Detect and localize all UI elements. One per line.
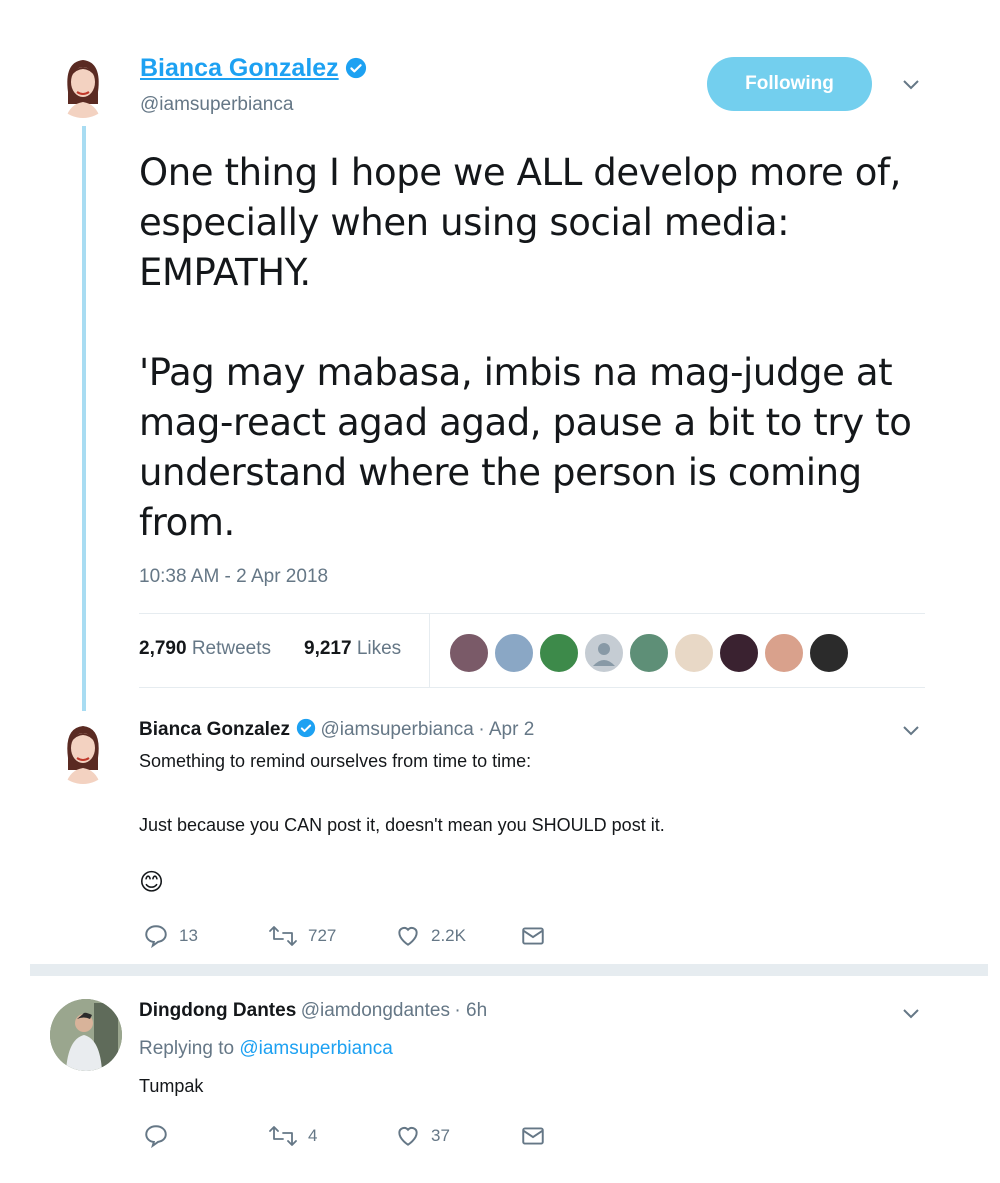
main-author-avatar[interactable] (52, 52, 114, 118)
chevron-down-icon[interactable] (902, 1008, 920, 1020)
thread-tweet-header: Bianca Gonzalez @iamsuperbianca · Apr 2 (139, 718, 534, 741)
liker-avatar[interactable] (628, 632, 670, 674)
like-action[interactable]: 2.2K (395, 923, 466, 949)
thread-tweet-date[interactable]: · Apr 2 (478, 719, 534, 740)
liker-avatar[interactable] (583, 632, 625, 674)
retweet-icon (269, 1126, 297, 1146)
retweets-label: Retweets (191, 638, 272, 659)
like-count: 2.2K (431, 926, 466, 945)
retweets-count: 2,790 (139, 638, 187, 659)
retweet-count: 727 (308, 926, 337, 945)
envelope-icon (522, 1127, 544, 1145)
like-action[interactable]: 37 (395, 1123, 450, 1149)
main-author-handle[interactable]: @iamsuperbianca (140, 94, 293, 116)
liker-avatar[interactable] (718, 632, 760, 674)
thread-author-name[interactable]: Bianca Gonzalez (139, 719, 290, 740)
like-count: 37 (431, 1126, 450, 1145)
heart-icon (398, 926, 418, 946)
liker-avatar[interactable] (538, 632, 580, 674)
reply-action[interactable]: 13 (143, 923, 198, 949)
reply-count: 13 (179, 926, 198, 945)
reply-icon (145, 1125, 167, 1149)
main-author-name[interactable]: Bianca Gonzalez (140, 54, 367, 83)
reply-author-handle[interactable]: @iamdongdantes (301, 1000, 450, 1021)
likes-count: 9,217 (304, 638, 352, 659)
dingdong-avatar[interactable] (50, 999, 122, 1071)
thread-tweet-line: Just because you CAN post it, doesn't me… (139, 815, 665, 835)
likes-label: Likes (356, 638, 402, 659)
divider (139, 613, 925, 614)
chevron-down-icon[interactable] (902, 79, 920, 91)
divider-vertical (429, 614, 430, 687)
retweet-action[interactable]: 727 (268, 923, 336, 949)
replying-to-line: Replying to @iamsuperbianca (139, 1038, 393, 1060)
author-name-text[interactable]: Bianca Gonzalez (140, 54, 339, 82)
tweet-timestamp[interactable]: 10:38 AM - 2 Apr 2018 (139, 566, 328, 588)
reply-author-name[interactable]: Dingdong Dantes (139, 1000, 296, 1021)
likes-stat[interactable]: 9,217 Likes (304, 638, 401, 660)
thread-line (82, 126, 86, 711)
retweet-icon (269, 926, 297, 946)
reply-action[interactable] (143, 1123, 179, 1149)
liker-avatar[interactable] (763, 632, 805, 674)
retweets-stat[interactable]: 2,790 Retweets (139, 638, 271, 660)
liker-avatar[interactable] (673, 632, 715, 674)
chevron-down-icon[interactable] (902, 725, 920, 737)
replying-to-link[interactable]: @iamsuperbianca (239, 1038, 392, 1059)
reply-header: Dingdong Dantes @iamdongdantes · 6h (139, 1000, 487, 1022)
liker-avatar[interactable] (493, 632, 535, 674)
retweet-count: 4 (308, 1126, 318, 1145)
verified-badge-icon (296, 718, 316, 738)
reply-icon (145, 925, 167, 949)
tweet-body: One thing I hope we ALL develop more of,… (139, 151, 912, 544)
reply-time[interactable]: · 6h (454, 1000, 487, 1021)
smiling-emoji: 😊 (139, 868, 165, 896)
following-button[interactable]: Following (707, 57, 872, 111)
replying-to-prefix: Replying to (139, 1038, 235, 1059)
dm-action[interactable] (520, 1123, 546, 1149)
envelope-icon (522, 927, 544, 945)
verified-badge-icon (345, 57, 366, 79)
section-separator (30, 964, 988, 976)
dm-action[interactable] (520, 923, 546, 949)
liker-avatar[interactable] (808, 632, 850, 674)
heart-icon (398, 1126, 418, 1146)
divider (139, 687, 925, 688)
thread-tweet-line: Something to remind ourselves from time … (139, 751, 532, 771)
retweet-action[interactable]: 4 (268, 1123, 317, 1149)
reply-author-avatar[interactable] (52, 718, 114, 784)
reply-text: Tumpak (139, 1076, 204, 1096)
thread-author-handle[interactable]: @iamsuperbianca (320, 719, 473, 740)
default-avatar-icon (593, 643, 615, 666)
liker-avatar[interactable] (448, 632, 490, 674)
